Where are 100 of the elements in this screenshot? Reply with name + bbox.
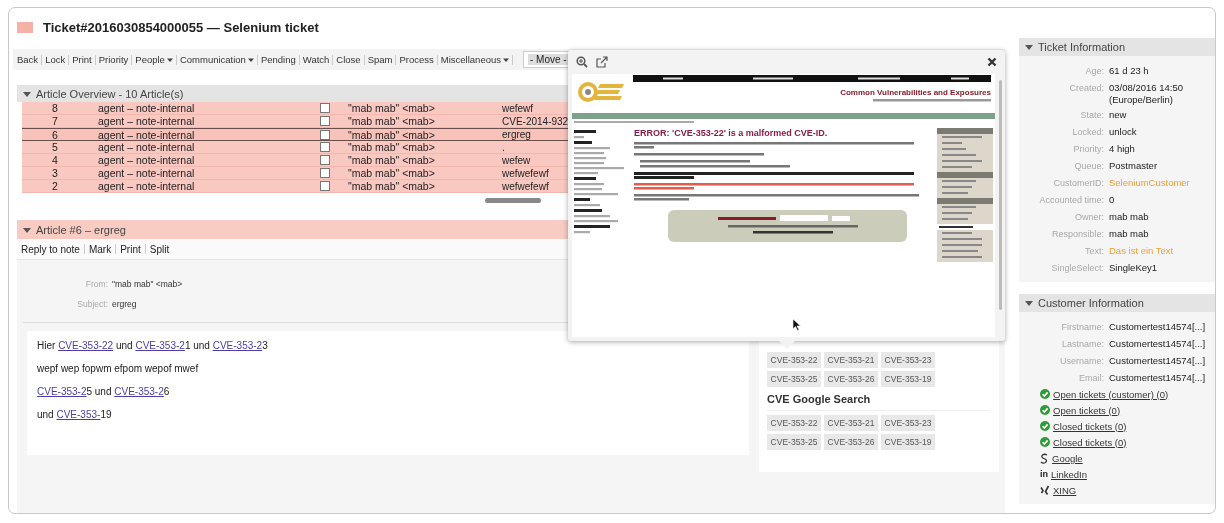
table-cell-text: agent – note-internal	[97, 128, 196, 141]
cve-button[interactable]: CVE-353-26	[824, 371, 878, 387]
cve-link[interactable]: CVE-353-2	[135, 340, 185, 351]
toolbar-button[interactable]: Pending	[259, 54, 297, 65]
customer-link[interactable]: XING	[1053, 484, 1077, 496]
toolbar-button[interactable]: People	[134, 54, 174, 65]
mouse-cursor-icon	[792, 318, 801, 331]
cve-link[interactable]: CVE-353-22	[58, 340, 114, 351]
panel-title: Customer Information	[1038, 297, 1144, 309]
field-label: Owner:	[1074, 211, 1105, 223]
customer-link[interactable]: Google	[1052, 452, 1083, 464]
scrollbar-thumb[interactable]	[485, 197, 541, 203]
table-cell-text: agent – note-internal	[97, 167, 196, 179]
field-label: Lastname:	[1060, 338, 1105, 350]
cve-button[interactable]: CVE-353-22	[767, 415, 821, 431]
check-circle-icon	[1040, 421, 1050, 431]
table-cell-text: wefwefewf	[501, 180, 550, 192]
field-label: From:	[84, 279, 109, 289]
cve-logo-icon	[576, 79, 626, 105]
toolbar-button[interactable]: Watch	[301, 54, 331, 65]
field-label: Username:	[1059, 355, 1105, 367]
table-cell-text: agent – note-internal	[97, 154, 196, 166]
toolbar-button[interactable]: Miscellaneous	[439, 54, 510, 65]
cve-button[interactable]: CVE-353-22	[767, 352, 821, 368]
field-value: unlock	[1109, 126, 1138, 138]
priority-marker	[17, 21, 33, 33]
field-value: new	[1109, 109, 1128, 121]
cve-link[interactable]: CVE-353-2	[212, 340, 263, 351]
field-value: 0	[1109, 194, 1116, 206]
scrollbar[interactable]	[999, 80, 1002, 310]
cve-button[interactable]: CVE-353-23	[881, 415, 935, 431]
field-value: SingleKey1	[1109, 262, 1159, 274]
ticket-title: Ticket#2016030854000055 — Selenium ticket	[43, 19, 319, 35]
xing-icon	[1040, 485, 1050, 495]
table-cell-text: agent – note-internal	[97, 115, 196, 127]
table-cell-text: 3	[51, 167, 59, 179]
cve-link[interactable]: CVE-353-	[56, 409, 101, 420]
cve-button[interactable]: CVE-353-26	[824, 434, 878, 450]
customer-link[interactable]: LinkedIn	[1051, 468, 1087, 480]
cve-button[interactable]: CVE-353-21	[824, 352, 878, 368]
toolbar-button[interactable]: Close	[335, 54, 362, 65]
field-label: Text:	[1084, 245, 1105, 257]
checkbox[interactable]	[320, 168, 330, 178]
field-value: Customertest14574[...]	[1109, 338, 1207, 350]
toolbar-button[interactable]: Communication	[178, 54, 255, 65]
checkbox[interactable]	[320, 155, 330, 165]
toolbar-button[interactable]: Process	[398, 54, 435, 65]
field-value: 61 d 23 h	[1109, 65, 1150, 77]
checkbox[interactable]	[320, 116, 330, 126]
customer-link[interactable]: Open tickets (0)	[1053, 404, 1121, 416]
table-cell-text: agent – note-internal	[97, 141, 196, 153]
customer-link[interactable]: Open tickets (customer) (0)	[1053, 388, 1169, 400]
body-paragraph: Hier CVE-353-22 und CVE-353-21 und CVE-353-23	[37, 339, 269, 353]
table-cell-text: wefwefewf	[501, 167, 550, 179]
cve-button[interactable]: CVE-353-23	[881, 352, 935, 368]
toolbar-button[interactable]: Priority	[97, 54, 130, 65]
action-link[interactable]: Mark	[86, 243, 114, 255]
toolbar-button[interactable]: Print	[71, 54, 93, 65]
table-cell-text: CVE-2014-932	[501, 115, 568, 127]
check-circle-icon	[1040, 437, 1050, 447]
table-cell-text: "mab mab" <mab>	[347, 102, 436, 114]
cve-button[interactable]: CVE-353-19	[881, 434, 935, 450]
field-value: mab mab	[1109, 228, 1150, 240]
table-cell-text: .	[501, 141, 506, 153]
customer-link[interactable]: Closed tickets (0)	[1053, 436, 1127, 448]
zoom-icon	[576, 56, 588, 68]
table-cell-text: agent – note-internal	[97, 180, 196, 192]
panel-title: Article Overview - 10 Article(s)	[36, 87, 184, 100]
action-link[interactable]: Reply to note	[19, 243, 82, 255]
field-label: Queue:	[1073, 160, 1105, 172]
checkbox[interactable]	[320, 129, 330, 140]
table-cell-text: "mab mab" <mab>	[347, 167, 436, 179]
table-cell-text: 7	[51, 115, 59, 127]
body-paragraph: CVE-353-25 und CVE-353-26	[37, 385, 171, 399]
field-label: State:	[1079, 109, 1105, 121]
field-label: Firstname:	[1060, 321, 1105, 333]
toolbar-button[interactable]: Lock	[44, 54, 67, 65]
table-cell-text: "mab mab" <mab>	[347, 180, 436, 192]
cve-button[interactable]: CVE-353-21	[824, 415, 878, 431]
close-icon	[987, 57, 997, 67]
table-cell-text: 6	[51, 128, 59, 141]
action-link[interactable]: Print	[118, 243, 143, 255]
cve-button[interactable]: CVE-353-25	[767, 371, 821, 387]
toolbar-button[interactable]: Spam	[366, 54, 394, 65]
field-label: Email:	[1078, 372, 1105, 384]
customer-link[interactable]: Closed tickets (0)	[1053, 420, 1127, 432]
cve-link[interactable]: CVE-353-2	[114, 386, 164, 397]
checkbox[interactable]	[320, 181, 330, 191]
field-label: SingleSelect:	[1050, 262, 1105, 274]
checkbox[interactable]	[320, 103, 330, 113]
cve-button[interactable]: CVE-353-25	[767, 434, 821, 450]
checkbox[interactable]	[320, 142, 330, 152]
toolbar-button[interactable]: Back	[16, 54, 40, 65]
table-cell-text: ergreg	[501, 129, 532, 140]
field-value: Customertest14574[...]	[1109, 321, 1207, 333]
cve-button[interactable]: CVE-353-19	[881, 371, 935, 387]
table-cell-text: wefew	[501, 154, 532, 166]
action-link[interactable]: Split	[147, 243, 172, 255]
cve-link[interactable]: CVE-353-2	[37, 386, 87, 397]
table-cell-text: 2	[51, 180, 59, 192]
